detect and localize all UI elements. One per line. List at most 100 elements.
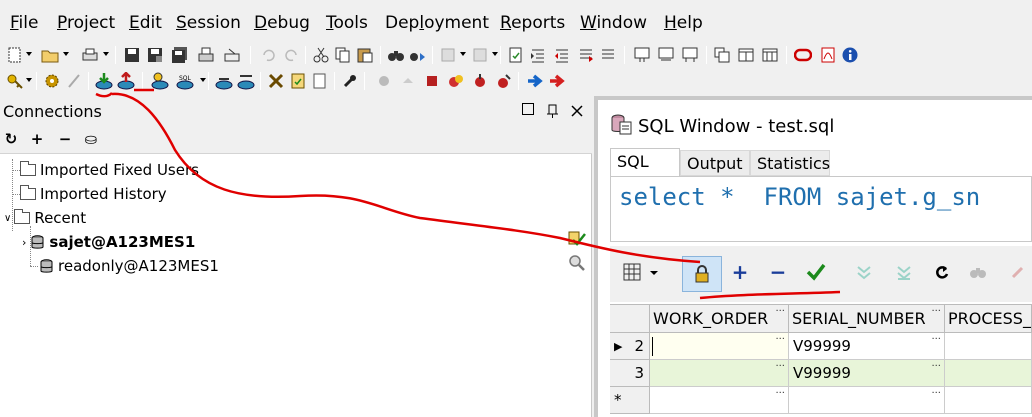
properties-icon[interactable]: ⛀ [82,130,100,148]
print-setup-icon[interactable] [222,45,242,65]
oracle-icon[interactable] [793,45,813,65]
remove-icon[interactable]: − [56,130,74,148]
tools-icon[interactable] [266,71,286,91]
grid-cell-serial-number[interactable]: V99999 ··· [789,360,945,387]
gear-icon[interactable] [42,71,62,91]
tree-item-history[interactable]: Imported History [20,183,167,205]
row-indicator[interactable]: 3 [610,360,650,387]
tab-sql[interactable]: SQL [610,148,680,176]
sql-editor[interactable]: select * FROM sajet.g_sn [610,176,1032,242]
connected-check-icon[interactable] [568,230,586,248]
query-builder-icon[interactable] [632,45,652,65]
wrench-icon[interactable] [340,71,360,91]
cascade-icon[interactable] [736,45,756,65]
debug-step-icon[interactable] [398,71,418,91]
commit-icon[interactable] [94,71,114,91]
comment-icon[interactable] [576,45,596,65]
key-icon[interactable] [5,71,25,91]
unindent-icon[interactable] [552,45,572,65]
redo-icon[interactable] [282,45,302,65]
break-icon[interactable] [64,71,84,91]
menu-help[interactable]: Help [664,13,703,33]
tab-output[interactable]: Output [680,150,750,176]
compile-icon[interactable] [438,45,458,65]
sql-window-icon[interactable]: SQL [175,71,195,91]
tree-item-conn-readonly[interactable]: readonly@A123MES1 [40,255,219,277]
back-arrow-icon[interactable] [526,71,546,91]
close-icon[interactable] [570,103,584,117]
grid-cell-serial-number[interactable]: V99999 ··· [789,333,945,360]
chevron-down-icon[interactable]: ∨ [4,213,11,224]
column-header-work-order[interactable]: WORK_ORDER ··· [650,305,789,333]
grid-cell-work-order[interactable]: ··· [650,387,789,414]
next-page-icon[interactable] [852,258,876,286]
pin-icon[interactable] [546,103,560,118]
watch-icon[interactable] [446,71,466,91]
menu-window[interactable]: Window [580,13,647,33]
menu-debug[interactable]: Debug [254,13,310,33]
clear-icon[interactable] [1006,258,1030,286]
step-out-icon[interactable] [494,71,514,91]
post-changes-icon[interactable] [804,258,828,286]
print-icon[interactable] [196,45,216,65]
paste-icon[interactable] [355,45,375,65]
breakpoint-icon[interactable] [422,71,442,91]
refresh-icon[interactable]: ↻ [2,130,20,148]
doc-icon[interactable] [310,71,330,91]
find-icon[interactable] [386,45,406,65]
save-as-icon[interactable] [145,45,165,65]
db-sql-icon[interactable] [150,71,170,91]
insert-record-icon[interactable]: + [728,258,752,286]
grid-cell-work-order[interactable]: ··· [650,360,789,387]
restore-icon[interactable] [522,103,534,115]
grid-cell-process[interactable] [945,360,1032,387]
sql-query-text[interactable]: select * FROM sajet.g_sn [619,183,980,211]
doc-check-icon[interactable] [506,45,526,65]
add-icon[interactable]: + [28,130,46,148]
new-icon[interactable] [5,45,25,65]
refresh-icon[interactable] [930,258,954,286]
menu-file[interactable]: File [10,13,38,33]
tree-item-fixed-users[interactable]: Imported Fixed Users [20,159,199,181]
search-icon[interactable] [568,254,586,272]
menu-project[interactable]: Project [57,13,115,33]
menu-deployment[interactable]: Deployment [385,13,489,33]
row-indicator[interactable]: ▶ 2 [610,333,650,360]
menu-session[interactable]: Session [176,13,241,33]
grid-cell-serial-number[interactable]: ··· [789,387,945,414]
lock-icon[interactable] [682,256,722,292]
tile-icon[interactable] [760,45,780,65]
grid-cell-process[interactable] [945,333,1032,360]
grid-select-icon[interactable] [620,258,664,286]
step-into-icon[interactable] [470,71,490,91]
open-folder-icon[interactable] [40,45,60,65]
grid-cell-work-order[interactable]: ··· [650,333,789,360]
indent-icon[interactable] [528,45,548,65]
db-export-icon[interactable] [236,71,256,91]
grid-cell-process[interactable] [945,387,1032,414]
cut-icon[interactable] [311,45,331,65]
menu-edit[interactable]: Edit [129,13,162,33]
window-list-icon[interactable] [712,45,732,65]
rollback-icon[interactable] [116,71,136,91]
column-header-serial-number[interactable]: SERIAL_NUMBER ··· [789,305,945,333]
execute-icon[interactable] [470,45,490,65]
tree-item-recent[interactable]: ∨ Recent [4,207,86,229]
chevron-right-icon[interactable]: › [22,236,26,249]
printer-icon[interactable] [80,45,100,65]
uncomment-icon[interactable] [598,45,618,65]
report-icon[interactable] [288,71,308,91]
tab-statistics[interactable]: Statistics [750,150,830,176]
undo-icon[interactable] [258,45,278,65]
save-all-icon[interactable] [170,45,190,65]
row-indicator[interactable]: * [610,387,650,414]
find-replace-icon[interactable] [408,45,428,65]
last-page-icon[interactable] [892,258,916,286]
delete-record-icon[interactable]: − [766,258,790,286]
column-header-process[interactable]: PROCESS_ [945,305,1032,333]
pdf-icon[interactable] [818,45,838,65]
menu-tools[interactable]: Tools [326,13,368,33]
test-icon[interactable] [680,45,700,65]
explain-plan-icon[interactable] [656,45,676,65]
save-icon[interactable] [122,45,142,65]
